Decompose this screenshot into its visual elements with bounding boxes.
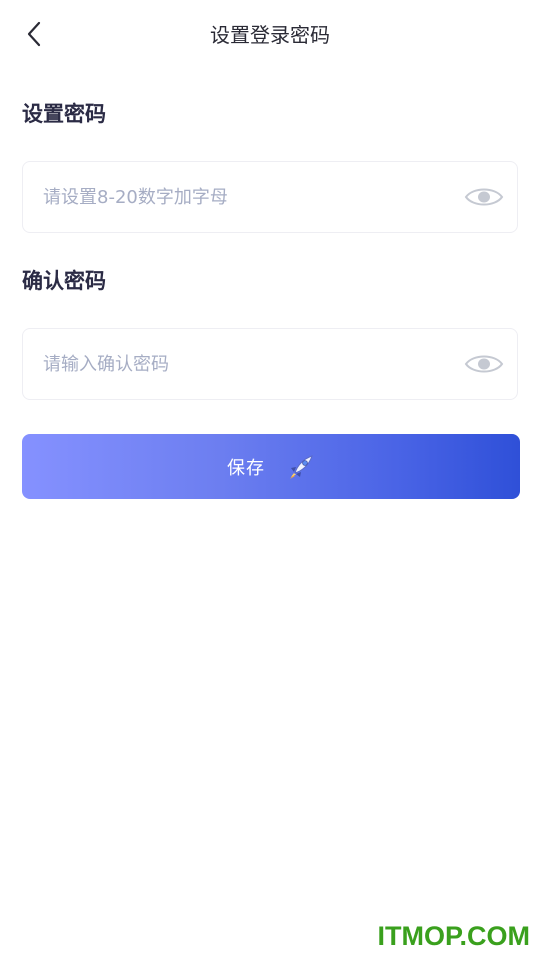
nav-bar: 设置登录密码 <box>0 0 540 70</box>
confirm-password-label: 确认密码 <box>22 269 106 293</box>
confirm-password-input[interactable] <box>43 329 443 399</box>
rocket-icon <box>290 454 313 479</box>
password-visibility-toggle[interactable] <box>463 183 505 211</box>
password-input[interactable] <box>43 162 443 232</box>
confirm-password-visibility-toggle[interactable] <box>463 350 505 378</box>
page-title: 设置登录密码 <box>210 23 330 47</box>
password-label: 设置密码 <box>22 102 106 126</box>
password-field <box>22 161 518 233</box>
save-button[interactable]: 保存 <box>22 434 520 499</box>
watermark-logo: ITMOP.COM <box>377 921 530 951</box>
confirm-password-field <box>22 328 518 400</box>
page: 设置登录密码 设置密码 确认密码 保存 ITMOP.COM <box>0 0 540 960</box>
eye-icon <box>464 188 504 206</box>
save-button-label: 保存 <box>227 457 265 479</box>
eye-icon <box>464 355 504 373</box>
